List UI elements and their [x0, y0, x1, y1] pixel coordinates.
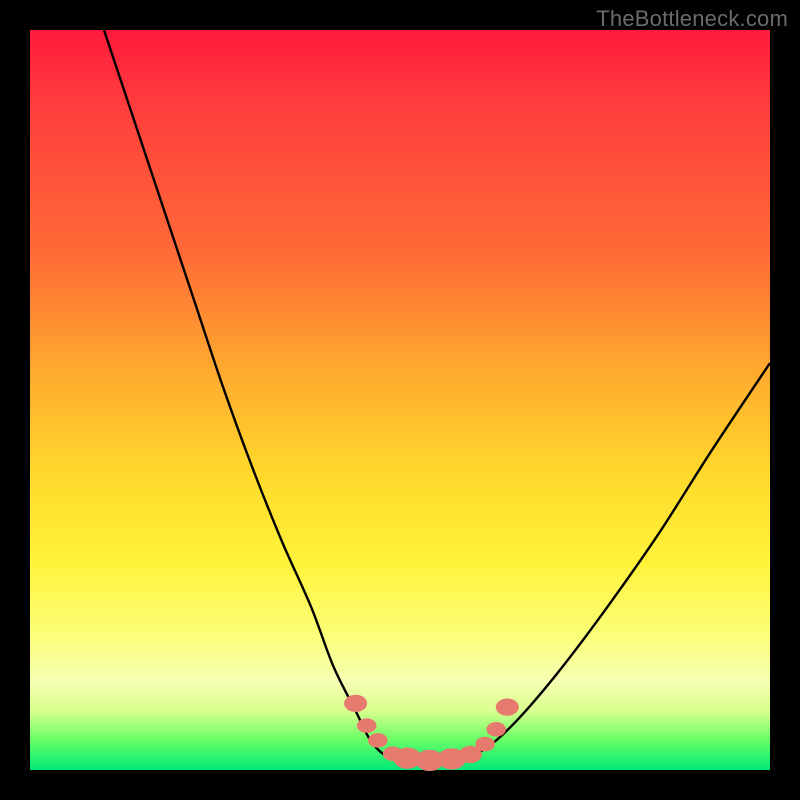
valley-marker [496, 698, 519, 715]
chart-svg [30, 30, 770, 770]
bottleneck-curve [104, 30, 770, 762]
curve-path [104, 30, 770, 762]
valley-marker [486, 722, 506, 737]
chart-frame: TheBottleneck.com [0, 0, 800, 800]
watermark-label: TheBottleneck.com [596, 6, 788, 32]
valley-marker [344, 695, 367, 712]
valley-markers [344, 695, 519, 771]
valley-marker [357, 718, 377, 733]
valley-marker [475, 737, 495, 752]
valley-marker [368, 733, 388, 748]
chart-plot-area [30, 30, 770, 770]
